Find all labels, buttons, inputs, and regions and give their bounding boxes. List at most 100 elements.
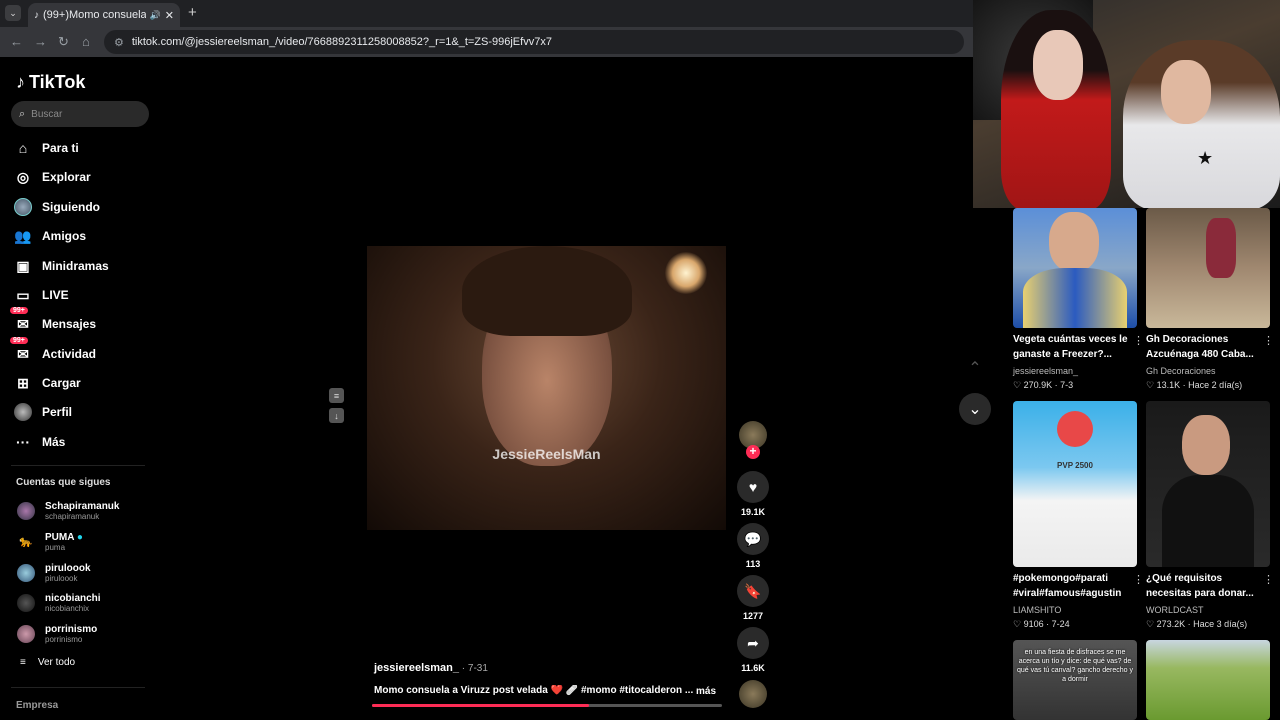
sidebar: ♪ TikTok ⌕ Buscar ⌂ Para ti ◎ Explorar S… [0,57,160,720]
browser-tab[interactable]: ♪ (99+)Momo consuela a Viru 🔊 ✕ [28,3,180,27]
following-account[interactable]: nicobianchi nicobianchix [17,590,101,616]
avatar [17,625,35,643]
sidebar-divider [11,687,145,688]
video-thumbnail: PVP 2500 [1013,401,1137,567]
next-video-button[interactable]: ⌄ [959,393,991,425]
thumb-pokemon [1057,411,1093,447]
heart-outline-icon: ♡ [1146,380,1155,390]
plus-square-icon: ⊞ [17,374,29,391]
video-hair [462,246,632,336]
tiktok-logo[interactable]: ♪ TikTok [16,72,85,93]
home-icon: ⌂ [18,140,28,156]
avatar [17,594,35,612]
follow-button[interactable]: + [746,445,760,459]
sidebar-item-mensajes[interactable]: ✉ 99+ Mensajes [10,307,96,336]
face-right [1161,60,1211,124]
sidebar-item-cargar[interactable]: ⊞ Cargar [14,371,81,395]
video-thumbnail [1013,208,1137,328]
back-icon[interactable]: ← [10,34,23,49]
share-icon: ➦ [747,634,759,651]
chevron-down-icon: ⌄ [968,401,982,418]
sidebar-item-actividad[interactable]: ✉ 99+ Actividad [10,337,96,366]
card-meta: ♡ 270.9K · 7-3 [1013,380,1074,390]
like-button[interactable]: ♥ [737,471,769,503]
following-account[interactable]: 🐆 PUMA ● puma [17,529,83,555]
comment-icon: 💬 [744,530,762,547]
comment-button[interactable]: 💬 [737,523,769,555]
description-icon[interactable]: ≡ [329,388,344,403]
sidebar-item-perfil[interactable]: Perfil [14,400,72,424]
tv-icon: ▭ [16,286,30,303]
sidebar-item-live[interactable]: ▭ LIVE [14,283,68,307]
thumb-body [1162,475,1254,567]
thumb-figure [1206,218,1236,278]
browser-tab-bar: ⌄ ♪ (99+)Momo consuela a Viru 🔊 ✕ + [0,0,973,27]
reload-icon[interactable]: ↻ [58,34,69,50]
close-tab-icon[interactable]: ✕ [165,9,174,22]
company-link[interactable]: Empresa [16,700,58,711]
list-icon: ≡ [20,657,26,668]
video-author[interactable]: jessiereelsman_ · 7-31 [374,662,488,674]
more-button[interactable]: más [696,686,716,697]
video-thumbnail [1146,401,1270,567]
card-user: Gh Decoraciones [1146,366,1216,376]
tab-search-button[interactable]: ⌄ [5,5,21,21]
download-icon[interactable]: ↓ [329,408,344,423]
site-info-icon[interactable]: ⚙ [114,36,124,49]
previous-video-button[interactable]: ⌃ [959,352,991,384]
search-icon: ⌕ [19,107,26,120]
card-menu-icon[interactable]: ⋮ [1133,573,1144,586]
sidebar-item-amigos[interactable]: 👥 Amigos [14,224,86,248]
video-caption: Momo consuela a Viruzz post velada ❤️ 🩹 … [374,685,694,696]
video-watermark: JessieReelsMan [492,446,601,462]
like-count: 19.1K [740,507,766,517]
search-input[interactable]: ⌕ Buscar [11,101,149,127]
card-title: Vegeta cuántas veces le ganaste a Freeze… [1013,334,1128,360]
card-meta: ♡ 273.2K · Hace 3 día(s) [1146,619,1248,629]
following-account[interactable]: piruloook piruloook [17,560,91,586]
puma-logo-icon: 🐆 [17,533,35,551]
card-menu-icon[interactable]: ⋮ [1263,334,1274,347]
card-meta: ♡ 13.1K · Hace 2 día(s) [1146,380,1243,390]
bookmark-icon: 🔖 [744,582,762,599]
save-button[interactable]: 🔖 [737,575,769,607]
sidebar-item-mas[interactable]: ··· Más [14,430,65,454]
heart-icon: ♥ [748,479,758,495]
sound-avatar[interactable] [739,680,767,708]
messages-badge: 99+ [10,307,28,314]
new-tab-button[interactable]: + [188,4,197,21]
forward-icon[interactable]: → [34,34,47,49]
video-player[interactable]: JessieReelsMan [367,246,726,530]
tiktok-favicon-icon: ♪ [34,9,39,21]
share-button[interactable]: ➦ [737,627,769,659]
following-account[interactable]: porrinismo porrinismo [17,621,97,647]
bell-icon: ✉ 99+ [10,337,32,363]
card-user: LIAMSHITO [1013,605,1062,615]
heart-outline-icon: ♡ [1013,380,1022,390]
heart-outline-icon: ♡ [1013,619,1022,629]
avatar [17,502,35,520]
heart-outline-icon: ♡ [1146,619,1155,629]
sidebar-item-siguiendo[interactable]: Siguiendo [14,195,100,219]
inbox-icon: ✉ 99+ [10,307,32,333]
following-heading: Cuentas que sigues [16,477,111,488]
sidebar-item-minidramas[interactable]: ▣ Minidramas [14,254,108,278]
avatar [17,564,35,582]
sidebar-item-para-ti[interactable]: ⌂ Para ti [14,136,79,160]
video-progress-bar[interactable] [372,704,722,707]
sidebar-item-explorar[interactable]: ◎ Explorar [14,165,91,189]
url-bar[interactable]: ⚙ tiktok.com/@jessiereelsman_/video/7668… [104,30,964,54]
card-menu-icon[interactable]: ⋮ [1263,573,1274,586]
card-title: ¿Qué requisitos necesitas para donar... [1146,573,1254,599]
save-count: 1277 [742,611,764,621]
card-user: WORLDCAST [1146,605,1204,615]
following-account[interactable]: Schapiramanuk schapiramanuk [17,498,119,524]
video-date: · 7-31 [459,663,488,674]
card-menu-icon[interactable]: ⋮ [1133,334,1144,347]
speaker-icon[interactable]: 🔊 [150,10,161,21]
see-all-button[interactable]: ≡ Ver todo [20,657,75,668]
address-toolbar: ← → ↻ ⌂ ⚙ tiktok.com/@jessiereelsman_/vi… [0,27,973,57]
video-thumbnail: en una fiesta de disfraces se me acerca … [1013,640,1137,720]
card-title: Gh Decoraciones Azcuénaga 480 Caba... [1146,334,1254,360]
home-icon[interactable]: ⌂ [82,34,90,49]
